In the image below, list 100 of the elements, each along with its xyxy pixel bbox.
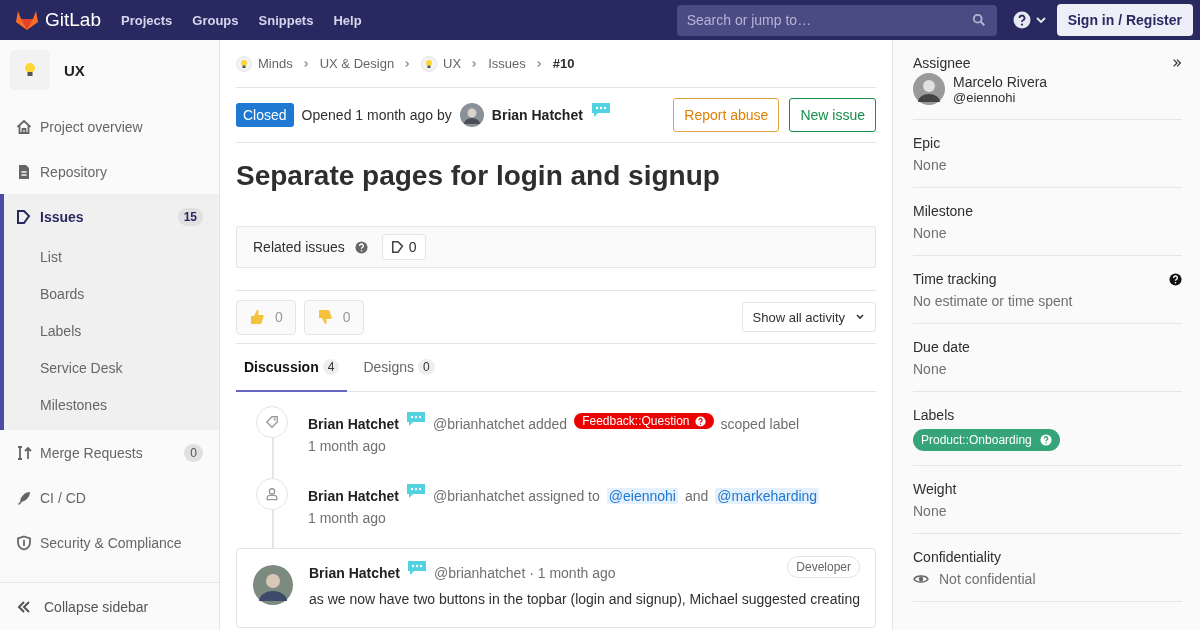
block-value: Not confidential xyxy=(939,571,1036,587)
related-count: 0 xyxy=(408,239,417,255)
nav-link[interactable]: Snippets xyxy=(258,12,314,28)
breadcrumb-link[interactable]: UX & Design xyxy=(319,56,395,71)
assignee-handle: @eiennohi xyxy=(953,89,1017,105)
block-title: Weight xyxy=(913,481,957,497)
author-link[interactable]: Brian Hatchet xyxy=(308,416,400,432)
sidebar-item[interactable]: Issues 15 xyxy=(4,194,219,239)
block-value: None xyxy=(913,503,948,519)
issues-icon xyxy=(16,208,32,225)
block-title: Epic xyxy=(913,135,941,151)
block-value: None xyxy=(913,157,948,173)
issues-icon xyxy=(390,240,405,254)
tab[interactable]: Designs 0 xyxy=(355,344,443,392)
search-field[interactable]: Search or jump to… xyxy=(676,4,997,36)
eye-icon xyxy=(913,573,929,585)
block-title: Labels xyxy=(913,407,955,423)
timestamp: 1 month ago xyxy=(308,438,387,454)
event-text: @brianhatchet assigned to xyxy=(433,488,600,504)
thumbs-down-icon xyxy=(316,309,333,325)
sign-in-button[interactable]: Sign in / Register xyxy=(1056,4,1193,36)
nav-link[interactable]: Projects xyxy=(121,12,173,28)
event-text: scoped label xyxy=(720,416,800,432)
search-icon xyxy=(971,12,986,27)
double-chevron-right-icon[interactable] xyxy=(1172,58,1182,68)
breadcrumb-link[interactable]: #10 xyxy=(552,56,575,71)
comment-text: as we now have two buttons in the topbar (login and signup), Michael suggested creating xyxy=(309,591,860,607)
tag-icon xyxy=(256,406,288,438)
fox-logo-icon[interactable] xyxy=(15,9,39,31)
event-text: @brianhatchet added xyxy=(433,416,568,432)
double-chevron-left-icon xyxy=(16,598,32,615)
help-icon xyxy=(694,415,706,427)
count-badge: 15 xyxy=(177,207,203,226)
count-badge: 4 xyxy=(322,359,340,375)
author-link[interactable]: Brian Hatchet xyxy=(309,565,401,581)
new-issue-button[interactable]: New issue xyxy=(789,98,876,132)
sidebar-item[interactable]: Project overview xyxy=(0,104,219,149)
avatar xyxy=(253,565,293,605)
sidebar-subitem[interactable]: Boards xyxy=(4,276,219,313)
tab[interactable]: Discussion 4 xyxy=(236,344,348,392)
project-name[interactable]: UX xyxy=(64,61,85,79)
issue-title: Separate pages for login and signup xyxy=(236,160,721,193)
chevron-down-icon xyxy=(855,313,865,321)
scoped-label[interactable]: Product::Onboarding xyxy=(913,429,1060,451)
sidebar-subitem[interactable]: Labels xyxy=(4,313,219,350)
block-title: Confidentiality xyxy=(913,549,1001,565)
breadcrumb-link[interactable]: Issues xyxy=(488,56,526,71)
shield-icon xyxy=(16,534,32,551)
chevron-right-icon xyxy=(471,59,479,68)
block-value: No estimate or time spent xyxy=(913,293,1074,309)
block-title: Milestone xyxy=(913,203,973,219)
sidebar-item[interactable]: Merge Requests 0 xyxy=(0,430,219,475)
scoped-label[interactable]: Feedback::Question xyxy=(574,413,714,429)
user-icon xyxy=(256,478,288,510)
block-title: Assignee xyxy=(913,55,971,71)
chat-bubble-icon xyxy=(406,411,427,427)
status-badge: Closed xyxy=(236,103,294,127)
sidebar-item[interactable]: Security & Compliance xyxy=(0,520,219,565)
help-dropdown-icon[interactable] xyxy=(1012,11,1047,29)
block-title: Due date xyxy=(913,339,970,355)
lightbulb-icon xyxy=(421,55,438,72)
count-badge: 0 xyxy=(184,443,203,462)
chat-bubble-icon xyxy=(406,483,427,499)
author-link[interactable]: Brian Hatchet xyxy=(308,488,400,504)
breadcrumb-link[interactable]: Minds xyxy=(258,56,293,71)
avatar xyxy=(459,103,484,127)
document-icon xyxy=(16,163,32,180)
block-value: None xyxy=(913,225,948,241)
chevron-right-icon xyxy=(302,59,310,68)
sidebar-subitem[interactable]: List xyxy=(4,239,219,276)
sidebar-item[interactable]: Repository xyxy=(0,149,219,194)
sidebar-subitem[interactable]: Service Desk xyxy=(4,350,219,387)
chevron-right-icon xyxy=(404,59,412,68)
brand-name[interactable]: GitLab xyxy=(45,9,101,31)
avatar xyxy=(913,73,945,105)
lightbulb-icon xyxy=(236,55,252,72)
lightbulb-icon xyxy=(24,62,36,78)
activity-filter-dropdown[interactable]: Show all activity xyxy=(741,302,876,332)
event-text: and xyxy=(684,488,709,504)
breadcrumb-link[interactable]: UX xyxy=(443,56,462,71)
sidebar-item[interactable]: CI / CD xyxy=(0,475,219,520)
nav-link[interactable]: Help xyxy=(333,12,362,28)
related-issues-label: Related issues xyxy=(253,239,345,255)
block-value: None xyxy=(913,361,948,377)
chat-bubble-icon xyxy=(590,102,611,118)
author-link[interactable]: Brian Hatchet xyxy=(491,107,583,123)
home-icon xyxy=(16,118,32,135)
comment-meta: @brianhatchet · 1 month ago xyxy=(434,565,616,581)
opened-text: Opened 1 month ago by xyxy=(301,107,452,123)
nav-link[interactable]: Groups xyxy=(192,12,239,28)
user-mention[interactable]: @eiennohi xyxy=(606,488,678,504)
chevron-right-icon xyxy=(535,59,543,68)
user-mention[interactable]: @markeharding xyxy=(715,488,820,504)
sidebar-subitem[interactable]: Milestones xyxy=(4,387,219,424)
block-title: Time tracking xyxy=(913,271,997,287)
chat-bubble-icon xyxy=(407,560,428,576)
assignee-name[interactable]: Marcelo Rivera xyxy=(953,73,1048,90)
help-icon xyxy=(1039,434,1052,446)
help-icon[interactable] xyxy=(1169,272,1182,286)
thumbs-up-icon xyxy=(249,309,265,325)
